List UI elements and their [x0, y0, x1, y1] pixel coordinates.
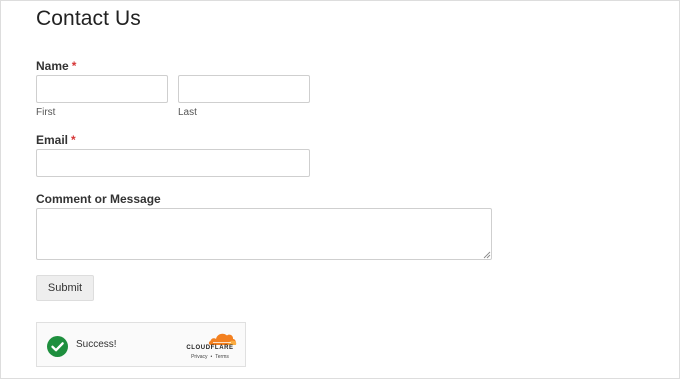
name-label-text: Name: [36, 59, 69, 73]
success-check-icon: [47, 336, 68, 357]
first-name-input[interactable]: [36, 75, 168, 103]
name-label: Name *: [36, 59, 76, 73]
submit-button[interactable]: Submit: [36, 275, 94, 301]
first-name-sublabel: First: [36, 107, 56, 118]
required-marker: *: [71, 133, 76, 147]
last-name-sublabel: Last: [178, 107, 197, 118]
message-label: Comment or Message: [36, 192, 161, 206]
captcha-status: Success!: [76, 339, 117, 350]
cloudflare-logo-icon: [208, 333, 237, 345]
terms-link[interactable]: Terms: [215, 354, 229, 360]
link-separator: •: [210, 354, 213, 360]
last-name-input[interactable]: [178, 75, 310, 103]
form-container: Contact Us Name * First Last Email * Comme…: [0, 0, 680, 379]
captcha-widget: Success! CLOUDFLARE Privacy • Terms: [36, 322, 246, 367]
page-title: Contact Us: [36, 7, 141, 30]
captcha-links: Privacy • Terms: [182, 354, 238, 360]
email-label-text: Email: [36, 133, 69, 147]
message-textarea[interactable]: [36, 208, 492, 260]
email-input[interactable]: [36, 149, 310, 177]
email-label: Email *: [36, 133, 76, 147]
required-marker: *: [71, 59, 77, 73]
privacy-link[interactable]: Privacy: [191, 354, 207, 360]
cloudflare-brand: CLOUDFLARE: [186, 345, 234, 351]
resize-handle-icon[interactable]: [483, 251, 491, 259]
